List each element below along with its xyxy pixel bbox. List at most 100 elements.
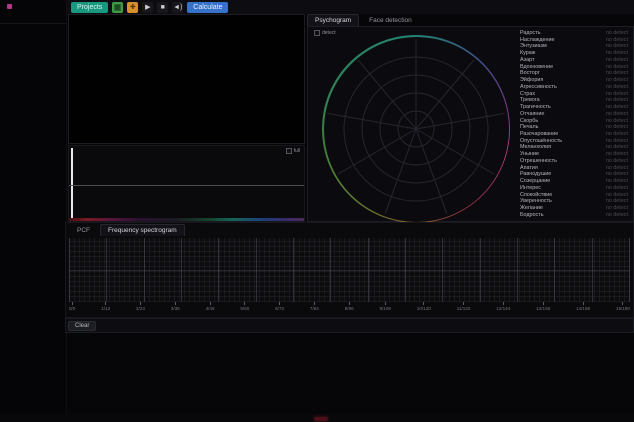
taskbar-indicator (314, 417, 328, 421)
emotion-value: no detect (606, 111, 628, 117)
playhead-cursor[interactable] (71, 148, 73, 218)
play-icon: ▶ (145, 3, 150, 11)
tick-label: 2/24 (136, 306, 145, 311)
tick-mark (72, 302, 73, 305)
add-source-button[interactable]: ✚ (127, 2, 138, 13)
stop-button[interactable]: ■ (157, 2, 168, 13)
play-button[interactable]: ▶ (142, 2, 153, 13)
polar-grid (322, 35, 510, 223)
emotion-label: Вдохновение (520, 64, 553, 70)
clear-button[interactable]: Clear (68, 321, 96, 331)
emotion-value: no detect (606, 131, 628, 137)
plus-icon: ✚ (130, 3, 136, 11)
emotion-label: Наслаждение (520, 37, 554, 43)
full-label: full (294, 148, 300, 154)
emotion-label: Восторг (520, 70, 540, 76)
tick-mark (105, 302, 106, 305)
axis-tick: 8/96 (345, 302, 354, 315)
axis-tick: 5/60 (240, 302, 249, 315)
emotion-row: Наслаждение no detect (520, 37, 628, 43)
tick-mark (314, 302, 315, 305)
psychogram-panel: Psychogram Face detection detect (307, 12, 634, 222)
full-checkbox[interactable]: full (286, 148, 300, 154)
tab-pcf[interactable]: PCF (69, 224, 98, 236)
tab-psychogram[interactable]: Psychogram (307, 14, 359, 26)
emotion-row: Разочарование no detect (520, 131, 628, 137)
emotion-value: no detect (606, 97, 628, 103)
camera-button[interactable] (112, 2, 123, 13)
tick-mark (385, 302, 386, 305)
gridline (218, 238, 219, 302)
tick-label: 12/144 (496, 306, 510, 311)
mute-button[interactable]: ◄) (172, 2, 183, 13)
emotion-row: Желание no detect (520, 205, 628, 211)
taskbar-strip (0, 414, 634, 422)
tick-label: 14/168 (576, 306, 590, 311)
emotion-label: Апатия (520, 165, 538, 171)
gridline (368, 238, 369, 302)
emotion-value: no detect (606, 118, 628, 124)
emotion-row: Восторг no detect (520, 70, 628, 76)
emotion-row: Скорбь no detect (520, 118, 628, 124)
axis-tick: 1/12 (101, 302, 110, 315)
emotion-row: Кураж no detect (520, 50, 628, 56)
gridline (480, 238, 481, 302)
emotion-label: Бодрость (520, 212, 544, 218)
emotion-label: Уверенность (520, 198, 552, 204)
calculate-button[interactable]: Calculate (187, 2, 228, 13)
emotion-label: Созерцание (520, 178, 550, 184)
checkbox-icon (314, 30, 320, 36)
tick-mark (175, 302, 176, 305)
gridline (592, 238, 593, 302)
tick-label: 5/60 (240, 306, 249, 311)
video-preview (68, 14, 305, 144)
emotion-label: Энтузиазм (520, 43, 547, 49)
emotion-row: Отчаяние no detect (520, 111, 628, 117)
emotion-value: no detect (606, 77, 628, 83)
emotion-row: Азарт no detect (520, 57, 628, 63)
tick-mark (622, 302, 623, 305)
emotion-value: no detect (606, 84, 628, 90)
axis-tick: 9/108 (379, 302, 391, 315)
emotion-row: Равнодушие no detect (520, 171, 628, 177)
tab-frequency-spectrogram[interactable]: Frequency spectrogram (100, 224, 185, 236)
tick-label: 0/0 (69, 306, 75, 311)
tick-label: 7/84 (310, 306, 319, 311)
emotion-value: no detect (606, 198, 628, 204)
emotion-value: no detect (606, 43, 628, 49)
emotion-value: no detect (606, 70, 628, 76)
axis-tick: 13/156 (536, 302, 550, 315)
waveform-spectrum-strip (69, 218, 304, 221)
gridline (517, 238, 518, 302)
emotion-label: Разочарование (520, 131, 558, 137)
emotion-list: Радость no detect Наслаждение no detect … (520, 30, 628, 218)
tick-mark (543, 302, 544, 305)
tick-label: 4/48 (206, 306, 215, 311)
emotion-value: no detect (606, 50, 628, 56)
time-axis: 0/0 1/12 2/24 3/36 4/48 (69, 302, 630, 315)
spectrogram-major-gridlines (69, 238, 630, 302)
spectrogram-panel: PCF Frequency spectrogram 0/0 1/12 2/24 (65, 222, 634, 318)
emotion-value: no detect (606, 151, 628, 157)
camera-icon (114, 4, 121, 11)
tick-mark (503, 302, 504, 305)
emotion-value: no detect (606, 178, 628, 184)
emotion-label: Желание (520, 205, 543, 211)
axis-tick: 15/180 (616, 302, 630, 315)
emotion-value: no detect (606, 57, 628, 63)
sidebar (0, 0, 67, 422)
tab-face-detection[interactable]: Face detection (361, 14, 420, 26)
gridline (554, 238, 555, 302)
emotion-value: no detect (606, 185, 628, 191)
clear-bar: Clear (65, 318, 634, 333)
emotion-label: Азарт (520, 57, 534, 63)
axis-tick: 4/48 (206, 302, 215, 315)
emotion-label: Агрессивность (520, 84, 557, 90)
waveform-panel[interactable]: full (68, 145, 305, 222)
gridline (293, 238, 294, 302)
emotion-label: Уныние (520, 151, 539, 157)
tick-mark (423, 302, 424, 305)
projects-button[interactable]: Projects (71, 2, 108, 13)
emotion-row: Радость no detect (520, 30, 628, 36)
spectrogram-grid[interactable] (69, 238, 630, 302)
